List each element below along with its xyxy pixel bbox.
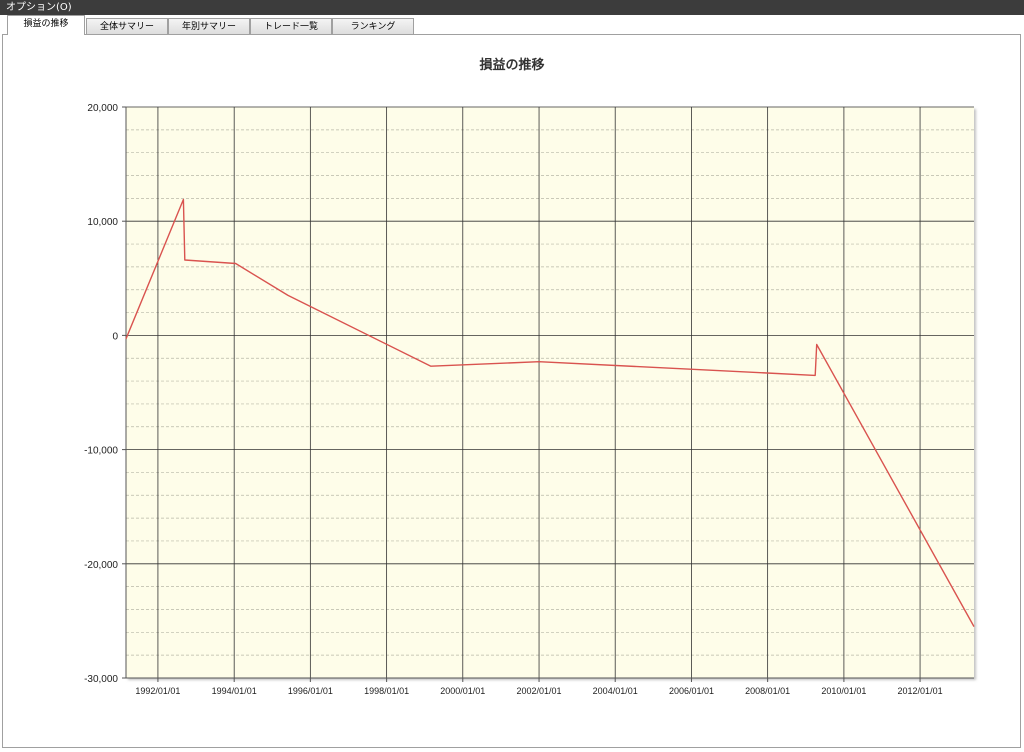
x-tick-label: 2004/01/01 (593, 686, 638, 696)
x-tick-label: 1992/01/01 (135, 686, 180, 696)
y-tick-label: 20,000 (87, 103, 118, 114)
x-tick-label: 2008/01/01 (745, 686, 790, 696)
y-tick-label: -10,000 (84, 446, 118, 457)
y-tick-label: 10,000 (87, 217, 118, 228)
x-axis-labels: 1992/01/01 1994/01/01 1996/01/01 1998/01/01… (135, 686, 942, 696)
y-tick-label: -20,000 (84, 560, 118, 571)
x-tick-label: 1996/01/01 (288, 686, 333, 696)
x-tick-label: 2012/01/01 (898, 686, 943, 696)
x-tick-label: 1998/01/01 (364, 686, 409, 696)
y-axis-labels: 20,000 10,000 0 -10,000 -20,000 -30,000 (84, 103, 118, 685)
x-tick-label: 2006/01/01 (669, 686, 714, 696)
pnl-line-chart: 20,000 10,000 0 -10,000 -20,000 -30,000 1992/… (84, 103, 975, 696)
y-tick-label: -30,000 (84, 674, 118, 685)
tab-pnl-trend[interactable]: 損益の推移 (7, 15, 85, 35)
x-tick-label: 2002/01/01 (517, 686, 562, 696)
y-tick-label: 0 (112, 331, 118, 342)
x-tick-label: 1994/01/01 (212, 686, 257, 696)
x-tick-label: 2000/01/01 (440, 686, 485, 696)
plot-area (126, 107, 974, 678)
x-tick-label: 2010/01/01 (821, 686, 866, 696)
